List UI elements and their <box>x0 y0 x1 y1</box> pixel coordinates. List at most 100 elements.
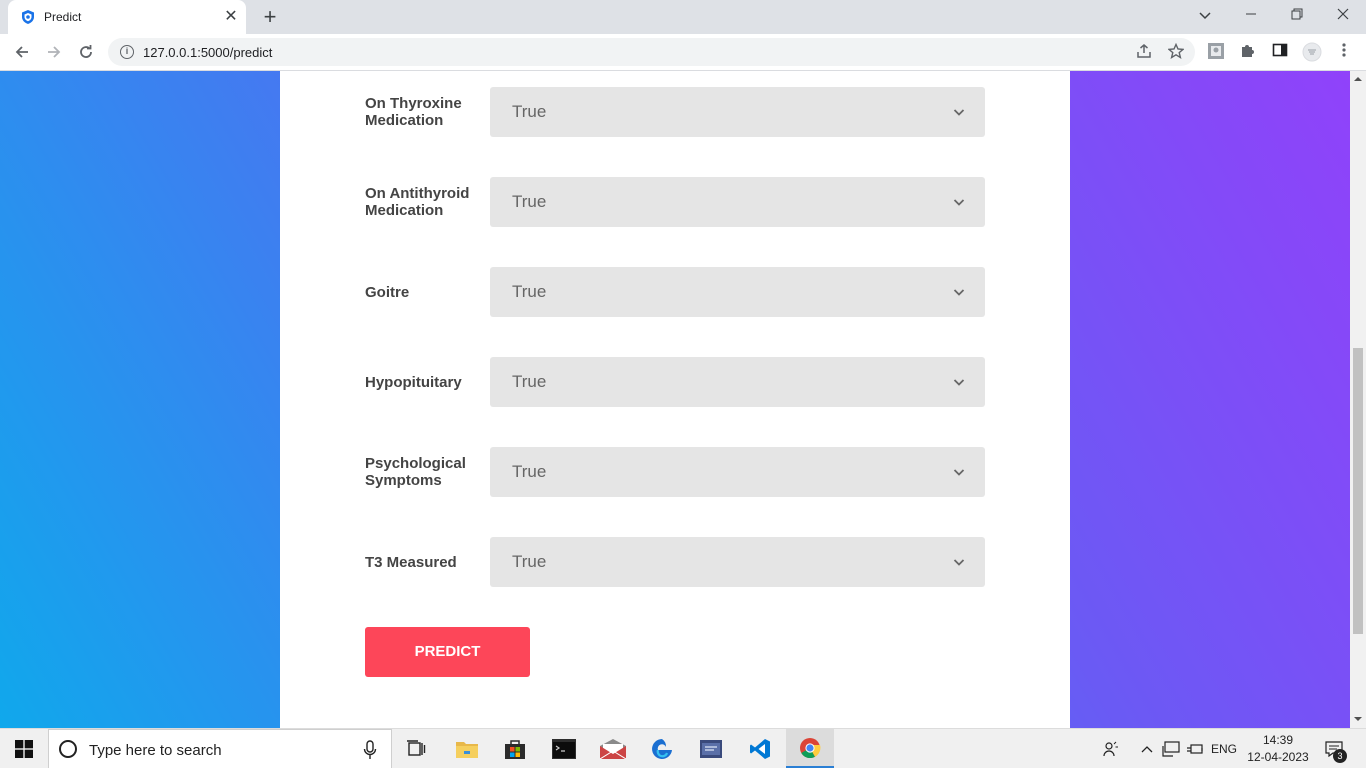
windows-logo-icon <box>15 740 33 758</box>
taskbar-clock[interactable]: 14:39 12-04-2023 <box>1244 732 1312 766</box>
form-row-t3: T3 Measured True <box>365 537 985 587</box>
network-icon[interactable] <box>1160 729 1182 768</box>
browser-tab[interactable]: Predict ✕ <box>8 0 246 34</box>
file-explorer-app[interactable] <box>443 729 491 768</box>
tray-expand-button[interactable] <box>1138 729 1156 768</box>
language-indicator[interactable]: ENG <box>1208 729 1240 768</box>
select-thyroxine[interactable]: True <box>490 87 985 137</box>
chrome-app[interactable] <box>786 729 834 768</box>
chevron-up-icon <box>1141 746 1153 753</box>
task-view-button[interactable] <box>392 729 440 768</box>
vscode-app[interactable] <box>736 729 784 768</box>
select-value: True <box>512 372 547 391</box>
clock-date: 12-04-2023 <box>1247 750 1309 764</box>
reload-button[interactable] <box>72 38 100 66</box>
restore-button[interactable] <box>1274 0 1320 30</box>
window-close-button[interactable] <box>1320 0 1366 30</box>
minimize-icon <box>1246 13 1256 15</box>
microphone-icon[interactable] <box>363 740 377 760</box>
form-row-goitre: Goitre True <box>365 267 985 317</box>
form-row-hypopituitary: Hypopituitary True <box>365 357 985 407</box>
select-value: True <box>512 192 547 211</box>
share-icon[interactable] <box>1135 43 1153 61</box>
profile-avatar[interactable] <box>1302 42 1322 62</box>
address-bar[interactable]: i 127.0.0.1:5000/predict <box>108 38 1195 66</box>
back-button[interactable] <box>8 38 36 66</box>
select-value: True <box>512 552 547 571</box>
form-row-thyroxine: On Thyroxine Medication True <box>365 87 985 137</box>
browser-toolbar: i 127.0.0.1:5000/predict <box>0 34 1366 71</box>
more-vertical-icon <box>1342 43 1346 57</box>
tab-search-button[interactable] <box>1182 0 1228 30</box>
chevron-down-icon <box>953 289 965 296</box>
predict-button[interactable]: PREDICT <box>365 627 530 677</box>
chevron-down-icon <box>953 109 965 116</box>
windows-taskbar: Type here to search ENG 14:39 12-04-2023… <box>0 728 1366 768</box>
image-icon <box>1208 43 1224 59</box>
people-icon <box>1103 741 1118 757</box>
bookmark-star-icon[interactable] <box>1167 42 1185 61</box>
close-icon[interactable]: ✕ <box>222 8 240 26</box>
select-psych[interactable]: True <box>490 447 985 497</box>
page-viewport: On Thyroxine Medication True On Antithyr… <box>0 71 1350 728</box>
form-row-psych: Psychological Symptoms True <box>365 447 985 497</box>
select-value: True <box>512 282 547 301</box>
browser-tabstrip: Predict ✕ + <box>0 0 1366 34</box>
select-hypopituitary[interactable]: True <box>490 357 985 407</box>
store-app[interactable] <box>491 729 539 768</box>
terminal-app[interactable] <box>540 729 588 768</box>
chrome-icon <box>800 738 821 759</box>
new-tab-button[interactable]: + <box>258 5 282 29</box>
select-antithyroid[interactable]: True <box>490 177 985 227</box>
chevron-down-icon <box>953 559 965 566</box>
people-icon[interactable] <box>1100 729 1122 768</box>
field-label: T3 Measured <box>365 553 457 571</box>
field-label: Hypopituitary <box>365 373 462 391</box>
chevron-down-icon <box>1199 12 1211 20</box>
url-text[interactable]: 127.0.0.1:5000/predict <box>143 45 272 60</box>
puzzle-icon <box>1242 45 1254 57</box>
scrollbar-thumb[interactable] <box>1353 348 1363 634</box>
start-button[interactable] <box>0 729 48 768</box>
taskbar-search-box[interactable]: Type here to search <box>48 729 392 768</box>
edge-browser-icon <box>652 739 672 759</box>
select-value: True <box>512 462 547 481</box>
page-scrollbar[interactable] <box>1350 71 1366 728</box>
sql-app[interactable] <box>687 729 735 768</box>
sql-icon <box>700 740 722 758</box>
battery-plug-icon <box>1187 744 1203 754</box>
terminal-icon <box>552 739 576 759</box>
vscode-icon <box>750 739 770 759</box>
field-label: On Antithyroid Medication <box>365 185 470 219</box>
select-t3[interactable]: True <box>490 537 985 587</box>
scroll-up-icon[interactable] <box>1354 75 1362 83</box>
clock-time: 14:39 <box>1262 733 1294 747</box>
minimize-button[interactable] <box>1228 0 1274 30</box>
info-icon[interactable]: i <box>120 45 134 59</box>
tab-title: Predict <box>44 10 82 24</box>
close-icon <box>1337 8 1349 20</box>
mail-icon <box>600 739 626 759</box>
extensions-icon[interactable] <box>1238 42 1258 62</box>
select-goitre[interactable]: True <box>490 267 985 317</box>
form-card: On Thyroxine Medication True On Antithyr… <box>280 71 1070 728</box>
battery-icon[interactable] <box>1184 729 1206 768</box>
shield-icon <box>22 10 34 24</box>
restore-icon <box>1291 8 1303 20</box>
side-panel-icon[interactable] <box>1270 42 1290 62</box>
reload-icon <box>80 45 92 58</box>
forward-button[interactable] <box>40 38 68 66</box>
field-label: On Thyroxine Medication <box>365 95 462 129</box>
scroll-down-icon[interactable] <box>1354 715 1362 723</box>
extension-photo-icon[interactable] <box>1206 42 1226 62</box>
notification-badge: 3 <box>1333 749 1347 763</box>
side-panel-icon <box>1272 43 1288 57</box>
chevron-down-icon <box>953 379 965 386</box>
chevron-down-icon <box>953 469 965 476</box>
mail-app[interactable] <box>589 729 637 768</box>
network-icon <box>1162 741 1180 757</box>
edge-app[interactable] <box>638 729 686 768</box>
menu-button[interactable] <box>1334 42 1354 62</box>
arrow-right-icon <box>48 46 61 58</box>
search-placeholder: Type here to search <box>89 742 222 759</box>
